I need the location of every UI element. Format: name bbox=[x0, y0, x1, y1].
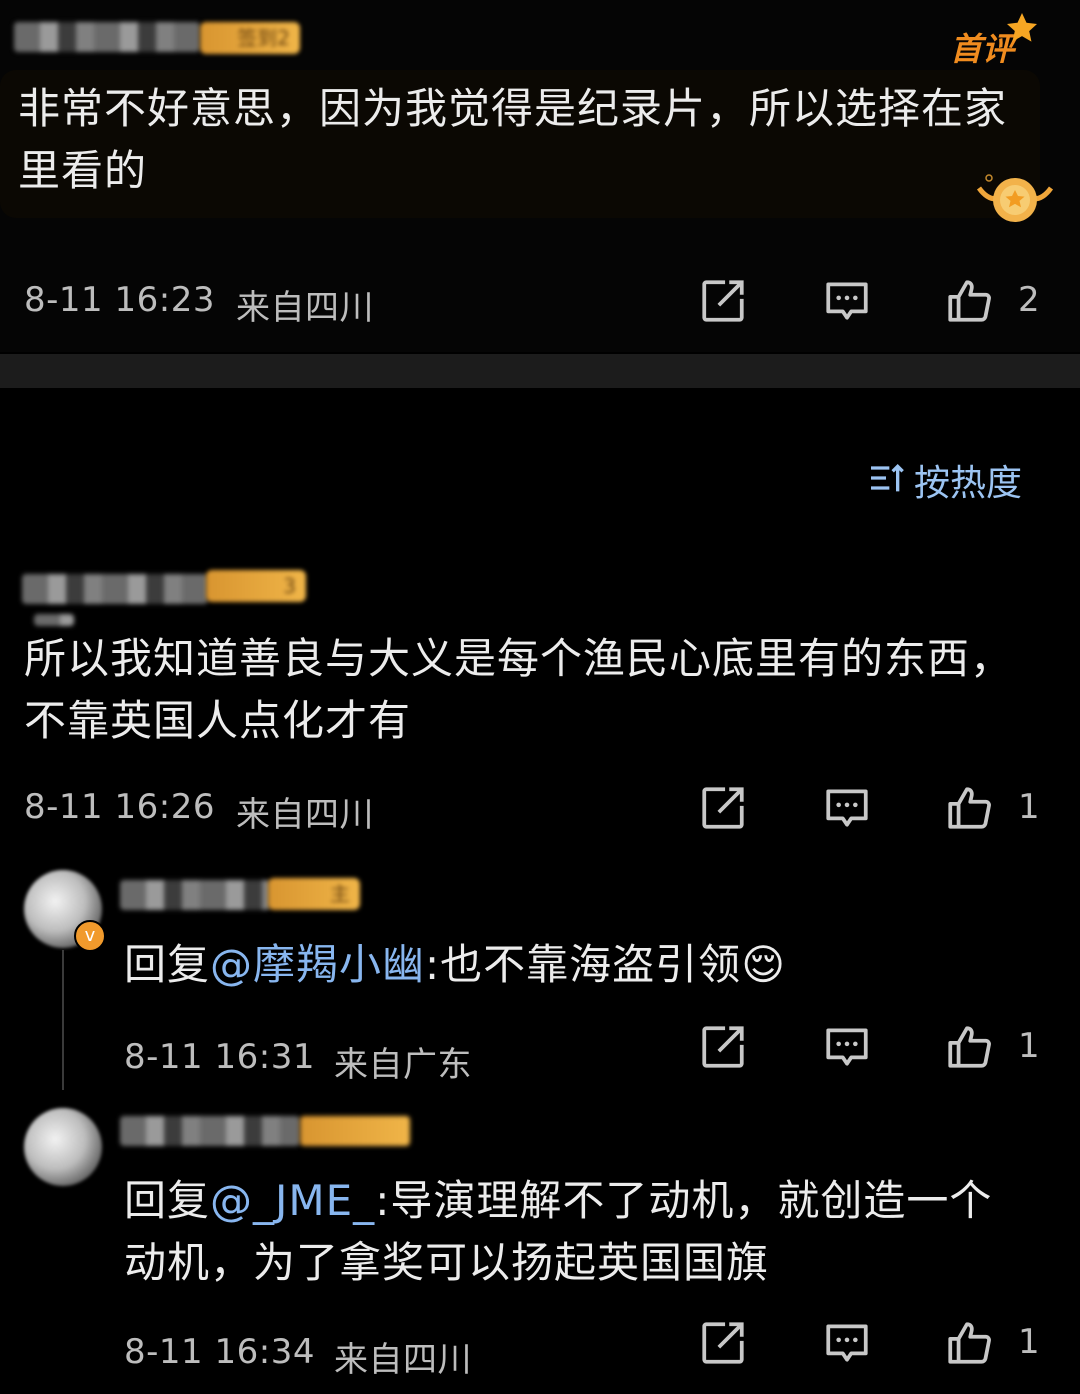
share-icon[interactable] bbox=[698, 783, 748, 833]
username-blurred-2 bbox=[300, 1116, 410, 1146]
reply-text: 回复@摩羯小幽:也不靠海盗引领😌 bbox=[124, 934, 1044, 996]
like-count: 2 bbox=[1018, 280, 1040, 320]
section-divider bbox=[0, 354, 1080, 388]
timestamp: 8-11 16:23 bbox=[24, 280, 215, 320]
user-badge: 3 bbox=[206, 570, 306, 602]
emoji: 😌 bbox=[741, 940, 786, 989]
user-badge: 签到2 bbox=[200, 22, 300, 54]
username-blurred[interactable] bbox=[14, 22, 200, 52]
sort-label: 按热度 bbox=[914, 463, 1023, 504]
username-blurred[interactable] bbox=[22, 574, 208, 604]
location: 来自四川 bbox=[236, 288, 374, 328]
user-badge: 主 bbox=[268, 878, 360, 910]
like-icon[interactable] bbox=[944, 276, 994, 326]
like-icon[interactable] bbox=[944, 783, 994, 833]
reply-body: :也不靠海盗引领 bbox=[425, 940, 742, 989]
location: 来自广东 bbox=[334, 1045, 472, 1085]
share-icon[interactable] bbox=[698, 1318, 748, 1368]
reply-text: 回复@_JME_:导演理解不了动机，就创造一个动机，为了拿奖可以扬起英国国旗 bbox=[124, 1170, 1024, 1294]
first-comment-tag: 首评 bbox=[950, 13, 1040, 68]
sort-icon bbox=[871, 463, 904, 492]
reply-prefix: 回复 bbox=[124, 940, 211, 989]
reply-prefix: 回复 bbox=[124, 1176, 211, 1225]
timestamp: 8-11 16:26 bbox=[24, 787, 215, 827]
comment: 3 所以我知道善良与大义是每个渔民心底里有的东西，不靠英国人点化才有 8-11 … bbox=[0, 550, 1080, 850]
comment-icon[interactable] bbox=[822, 1022, 872, 1072]
like-count: 1 bbox=[1018, 1322, 1040, 1362]
like-count: 1 bbox=[1018, 787, 1040, 827]
location: 来自四川 bbox=[236, 795, 374, 835]
top-comment-card: 签到2 首评 非常不好意思，因为我觉得是纪录片，所以选择在家里看的 8-11 1… bbox=[0, 0, 1080, 352]
mention-link[interactable]: @摩羯小幽 bbox=[210, 940, 425, 989]
username-blurred[interactable] bbox=[120, 1116, 300, 1146]
username-blurred[interactable] bbox=[120, 880, 270, 910]
like-count: 1 bbox=[1018, 1026, 1040, 1066]
share-icon[interactable] bbox=[698, 276, 748, 326]
reply: 回复@_JME_:导演理解不了动机，就创造一个动机，为了拿奖可以扬起英国国旗 8… bbox=[0, 1096, 1080, 1394]
comment-icon[interactable] bbox=[822, 1318, 872, 1368]
username-blurred-2 bbox=[34, 614, 74, 626]
top-comment-text: 非常不好意思，因为我觉得是纪录片，所以选择在家里看的 bbox=[18, 84, 1008, 195]
location: 来自四川 bbox=[334, 1340, 472, 1380]
like-icon[interactable] bbox=[944, 1022, 994, 1072]
medal-icon bbox=[975, 168, 1055, 228]
comment-text: 所以我知道善良与大义是每个渔民心底里有的东西，不靠英国人点化才有 bbox=[24, 634, 1014, 745]
like-icon[interactable] bbox=[944, 1318, 994, 1368]
comment-icon[interactable] bbox=[822, 783, 872, 833]
mention-link[interactable]: @_JME_ bbox=[210, 1176, 375, 1225]
comment-icon[interactable] bbox=[822, 276, 872, 326]
avatar[interactable] bbox=[24, 1108, 102, 1186]
verified-badge: v bbox=[74, 920, 106, 952]
timestamp: 8-11 16:34 bbox=[124, 1332, 315, 1372]
share-icon[interactable] bbox=[698, 1022, 748, 1072]
timestamp: 8-11 16:31 bbox=[124, 1037, 315, 1077]
star-icon bbox=[1007, 13, 1037, 42]
reply: v 主 回复@摩羯小幽:也不靠海盗引领😌 8-11 16:31 来自广东 1 bbox=[0, 860, 1080, 1090]
